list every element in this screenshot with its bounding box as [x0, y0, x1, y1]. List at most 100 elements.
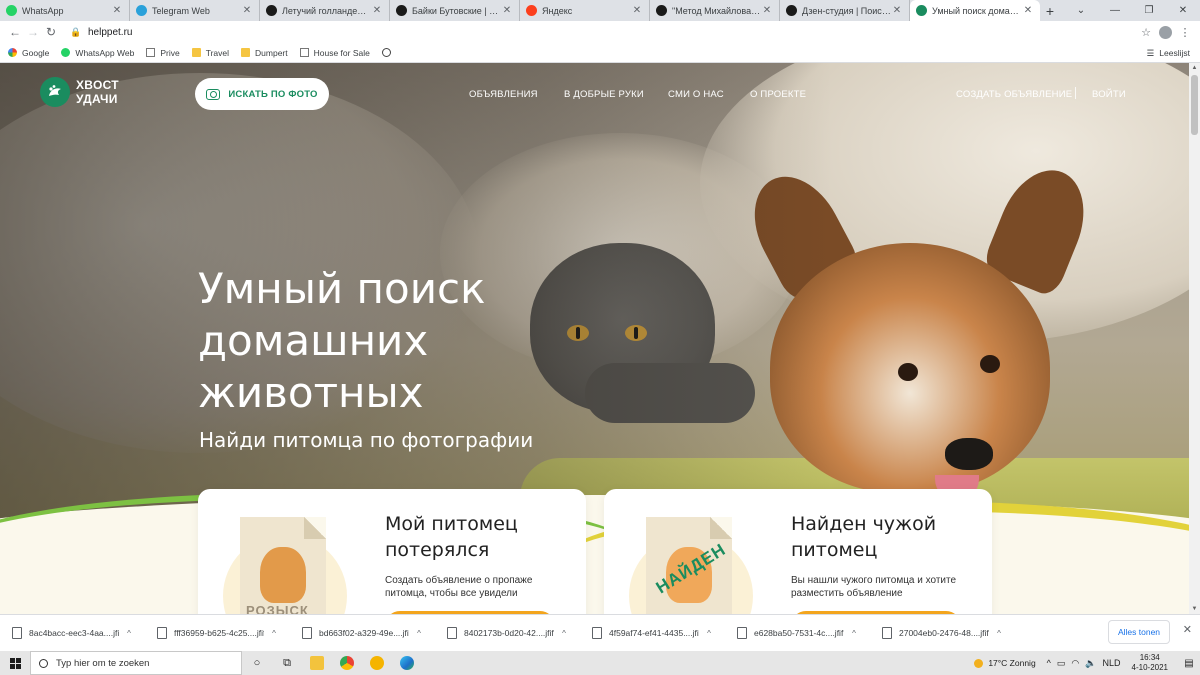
lock-icon[interactable]: 🔒 — [70, 27, 84, 38]
login-link[interactable]: ВОЙТИ — [1092, 89, 1126, 100]
file-icon — [882, 627, 892, 639]
download-item[interactable]: bd663f02-a329-49e....jfif ^ — [298, 619, 443, 647]
download-options-chevron-icon[interactable]: ^ — [699, 629, 719, 638]
create-ad-link[interactable]: СОЗДАТЬ ОБЪЯВЛЕНИЕ — [956, 89, 1072, 100]
download-item[interactable]: fff36959-b625-4c25....jfif ^ — [153, 619, 298, 647]
tab-close-icon[interactable]: ✕ — [891, 5, 903, 16]
download-options-chevron-icon[interactable]: ^ — [844, 629, 864, 638]
tab-close-icon[interactable]: ✕ — [111, 5, 123, 16]
download-options-chevron-icon[interactable]: ^ — [264, 629, 284, 638]
file-icon — [302, 627, 312, 639]
download-options-chevron-icon[interactable]: ^ — [989, 629, 1009, 638]
bookmark-item[interactable]: WhatsApp Web — [61, 48, 134, 58]
tab-favicon-icon — [656, 5, 667, 16]
found-pet-card[interactable]: НАЙДЕН Найден чужой питомец Вы нашли чуж… — [604, 489, 992, 614]
bookmark-item[interactable]: Google — [8, 48, 49, 58]
download-item[interactable]: 8ac4bacc-eec3-4aa....jfif ^ — [8, 619, 153, 647]
nav-link-adoption[interactable]: В ДОБРЫЕ РУКИ — [564, 89, 644, 100]
restore-icon[interactable]: ❐ — [1132, 5, 1166, 16]
wifi-icon[interactable]: ◠ — [1071, 658, 1079, 669]
nav-link-about[interactable]: О ПРОЕКТЕ — [750, 89, 806, 100]
download-item[interactable]: 4f59af74-ef41-4435....jfif ^ — [588, 619, 733, 647]
taskbar-search[interactable]: Typ hier om te zoeken — [30, 651, 242, 675]
download-options-chevron-icon[interactable]: ^ — [554, 629, 574, 638]
bookmark-star-icon[interactable]: ☆ — [1137, 26, 1155, 39]
reading-list-button[interactable]: ☰ Leeslijst — [1147, 43, 1190, 63]
browser-tab[interactable]: WhatsApp ✕ — [0, 0, 130, 21]
download-item[interactable]: 8402173b-0d20-42....jfif ^ — [443, 619, 588, 647]
bookmark-label: Dumpert — [255, 47, 288, 58]
close-window-icon[interactable]: ✕ — [1166, 5, 1200, 16]
browser-tab[interactable]: Telegram Web ✕ — [130, 0, 260, 21]
close-shelf-icon[interactable]: ✕ — [1183, 623, 1192, 636]
browser-tab[interactable]: Яндекс ✕ — [520, 0, 650, 21]
tab-close-icon[interactable]: ✕ — [761, 5, 773, 16]
bookmarks-bar: Google WhatsApp Web Prive Travel Dumpert Hous… — [0, 43, 1200, 63]
bookmark-label: WhatsApp Web — [75, 47, 135, 58]
show-all-downloads-button[interactable]: Alles tonen — [1108, 620, 1170, 644]
file-icon — [447, 627, 457, 639]
download-options-chevron-icon[interactable]: ^ — [409, 629, 429, 638]
tab-close-icon[interactable]: ✕ — [501, 5, 513, 16]
edge-icon[interactable] — [392, 651, 422, 675]
chevron-up-icon[interactable]: ^ — [1047, 658, 1051, 668]
download-item[interactable]: 27004eb0-2476-48....jfif ^ — [878, 619, 1023, 647]
tab-close-icon[interactable]: ✕ — [1022, 5, 1034, 16]
nav-link-media[interactable]: СМИ О НАС — [668, 89, 724, 100]
scroll-up-icon[interactable]: ▲ — [1189, 65, 1200, 71]
bookmark-item[interactable]: Prive — [146, 47, 180, 58]
tab-search-icon[interactable]: ⌄ — [1064, 5, 1098, 16]
file-explorer-icon[interactable] — [302, 651, 332, 675]
bookmark-item[interactable]: Dumpert — [241, 48, 288, 58]
new-tab-button[interactable]: + — [1040, 0, 1060, 21]
tab-favicon-icon — [396, 5, 407, 16]
nav-link-ads[interactable]: ОБЪЯВЛЕНИЯ — [469, 89, 538, 100]
browser-tab[interactable]: Умный поиск домашних ж✕ — [910, 0, 1040, 21]
volume-icon[interactable]: 🔈 — [1085, 658, 1096, 669]
cortana-icon[interactable]: ○ — [242, 651, 272, 675]
download-item[interactable]: e628ba50-7531-4c....jfif ^ — [733, 619, 878, 647]
page-scrollbar[interactable]: ▲ ▼ — [1189, 63, 1200, 614]
lost-pet-card[interactable]: РОЗЫСК Мой питомец потерялся Создать объ… — [198, 489, 586, 614]
reload-icon[interactable]: ↻ — [42, 25, 60, 39]
start-button[interactable] — [0, 651, 30, 675]
download-filename: bd663f02-a329-49e....jfif — [319, 628, 409, 638]
task-view-icon[interactable]: ⧉ — [272, 651, 302, 675]
tab-close-icon[interactable]: ✕ — [241, 5, 253, 16]
profile-avatar[interactable] — [1159, 25, 1172, 39]
back-icon[interactable]: ← — [6, 25, 24, 39]
windows-logo-icon — [9, 657, 21, 669]
hero-section: ХВОСТ УДАЧИ ИСКАТЬ ПО ФОТО ОБЪЯВЛЕНИЯ В … — [0, 63, 1189, 533]
bookmark-label: Prive — [160, 47, 180, 58]
address-bar[interactable]: helppet.ru — [88, 27, 1137, 38]
notifications-icon[interactable]: ▤ — [1178, 658, 1200, 669]
photos-icon[interactable] — [362, 651, 392, 675]
tab-close-icon[interactable]: ✕ — [631, 5, 643, 16]
tab-close-icon[interactable]: ✕ — [371, 5, 383, 16]
tab-label: Яндекс — [542, 5, 573, 16]
menu-icon[interactable]: ⋮ — [1176, 26, 1194, 39]
tab-label: Telegram Web — [152, 5, 210, 16]
browser-tab[interactable]: "Метод Михайлова". Как✕ — [650, 0, 780, 21]
language-indicator[interactable]: NLD — [1103, 658, 1121, 668]
network-icon[interactable]: ▭ — [1057, 658, 1066, 669]
tab-favicon-icon — [526, 5, 537, 16]
bookmark-item[interactable]: Travel — [191, 48, 229, 58]
browser-tab[interactable]: Байки Бутовские | Яндек✕ — [390, 0, 520, 21]
browser-tab[interactable]: Летучий голландец: с про✕ — [260, 0, 390, 21]
forward-icon[interactable]: → — [24, 25, 42, 39]
download-options-chevron-icon[interactable]: ^ — [119, 629, 139, 638]
clock-date: 4-10-2021 — [1131, 663, 1168, 672]
scrollbar-thumb[interactable] — [1191, 75, 1198, 135]
weather-widget[interactable]: 17°C Zonnig — [974, 658, 1036, 668]
site-logo[interactable]: ХВОСТ УДАЧИ — [40, 77, 119, 107]
bookmark-item[interactable]: House for Sale — [299, 48, 370, 58]
scroll-down-icon[interactable]: ▼ — [1189, 606, 1200, 612]
bookmark-item[interactable] — [381, 48, 396, 57]
minimize-icon[interactable]: — — [1098, 5, 1132, 16]
search-by-photo-button[interactable]: ИСКАТЬ ПО ФОТО — [195, 78, 329, 110]
chrome-icon[interactable] — [332, 651, 362, 675]
browser-tab[interactable]: Дзен-студия | Поиск про✕ — [780, 0, 910, 21]
taskbar-clock[interactable]: 16:34 4-10-2021 — [1132, 653, 1168, 673]
download-shelf: 8ac4bacc-eec3-4aa....jfif ^ fff36959-b625-… — [0, 614, 1200, 651]
